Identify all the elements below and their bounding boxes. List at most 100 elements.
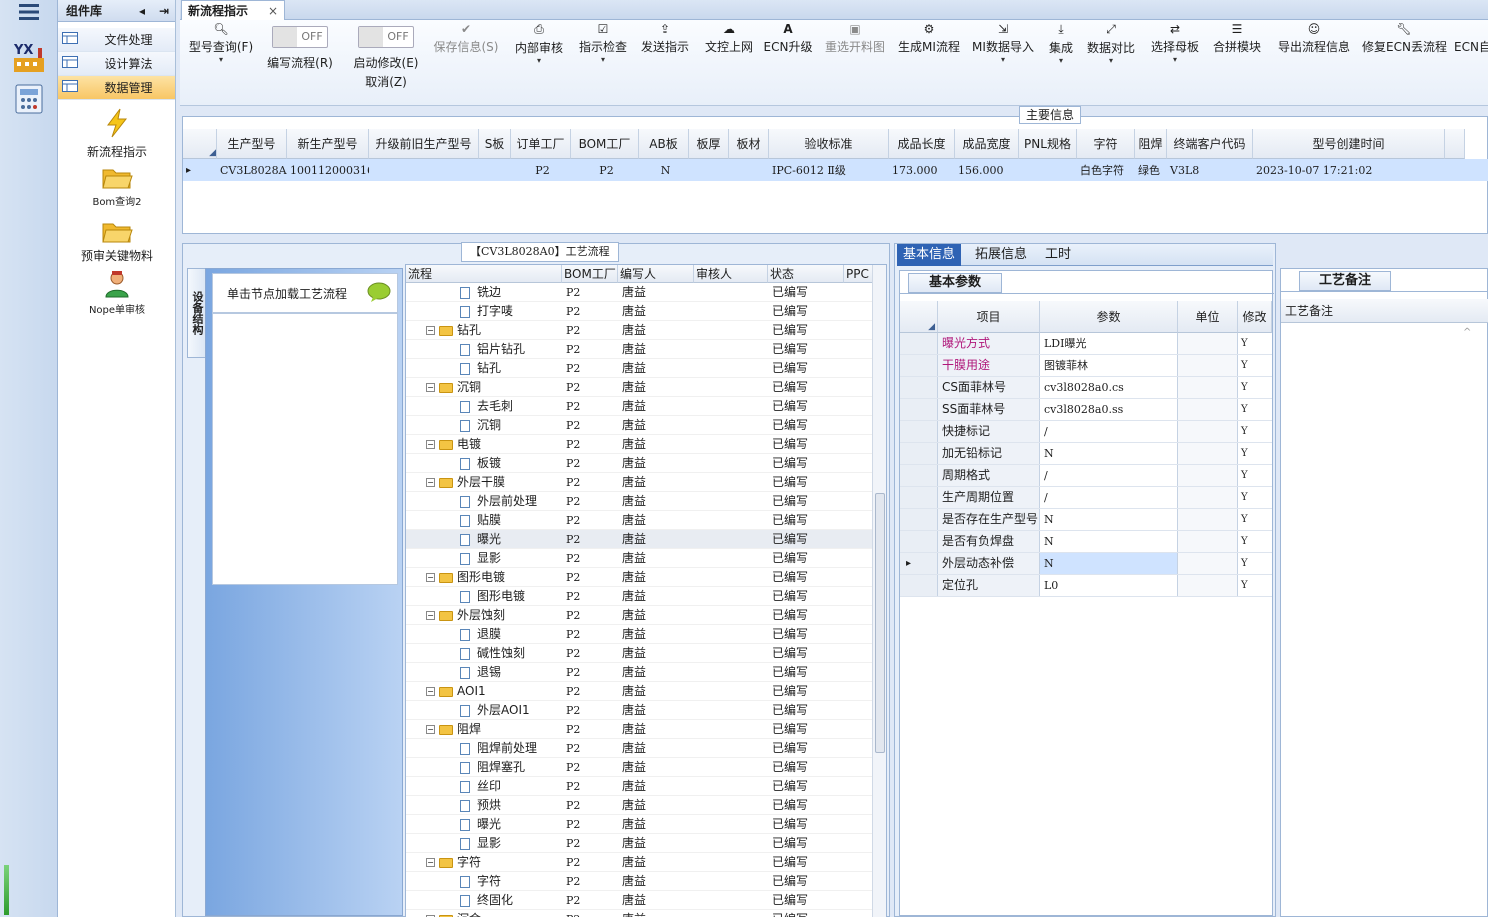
column-header[interactable]: 项目 xyxy=(938,301,1040,333)
column-header[interactable]: BOM工厂 xyxy=(562,265,618,283)
param-value[interactable]: 图镀菲林 xyxy=(1040,355,1178,376)
table-row[interactable]: SS面菲林号 cv3l8028a0.ss Y xyxy=(900,399,1272,421)
tree-row[interactable]: 碱性蚀刻 P2 唐益 已编写 xyxy=(406,644,876,663)
collapse-toggle-icon[interactable]: − xyxy=(426,687,435,696)
tab-basic-info[interactable]: 基本信息 xyxy=(897,244,962,266)
generate-mi-button[interactable]: ⚙ 生成MI流程 xyxy=(894,22,964,55)
column-header-extra[interactable] xyxy=(1445,129,1465,159)
table-row[interactable]: 曝光方式 LDI曝光 Y xyxy=(900,333,1272,355)
tab-work-hours[interactable]: 工时 xyxy=(1039,244,1077,266)
reselect-cutting-button[interactable]: ▣ 重选开料图 xyxy=(820,22,890,55)
column-header[interactable]: 成品长度 xyxy=(889,129,955,159)
column-header[interactable]: 订单工厂 xyxy=(511,129,571,159)
tree-row[interactable]: − 钻孔 P2 唐益 已编写 xyxy=(406,321,876,340)
tree-row[interactable]: − 图形电镀 P2 唐益 已编写 xyxy=(406,568,876,587)
instruction-check-button[interactable]: ☑ 指示检查 ▾ xyxy=(570,22,636,64)
column-header[interactable]: 单位 xyxy=(1178,301,1238,333)
column-header[interactable]: 编写人 xyxy=(618,265,694,283)
table-row[interactable]: 生产周期位置 / Y xyxy=(900,487,1272,509)
tree-row[interactable]: 显影 P2 唐益 已编写 xyxy=(406,549,876,568)
tree-row[interactable]: − 外层蚀刻 P2 唐益 已编写 xyxy=(406,606,876,625)
row-selector-header[interactable]: ◢ xyxy=(900,301,938,333)
collapse-toggle-icon[interactable]: − xyxy=(426,611,435,620)
collapse-toggle-icon[interactable]: − xyxy=(426,478,435,487)
repair-ecn-button[interactable]: 🔧︎ 修复ECN丢流程 xyxy=(1362,22,1447,55)
table-row[interactable]: 加无铅标记 N Y xyxy=(900,443,1272,465)
tree-row[interactable]: 钻孔 P2 唐益 已编写 xyxy=(406,359,876,378)
param-value[interactable]: / xyxy=(1040,421,1178,442)
tree-row[interactable]: 退膜 P2 唐益 已编写 xyxy=(406,625,876,644)
tree-row[interactable]: 贴膜 P2 唐益 已编写 xyxy=(406,511,876,530)
column-header[interactable]: 生产型号 xyxy=(217,129,287,159)
collapse-left-icon[interactable]: ◂ xyxy=(131,4,153,18)
column-header[interactable]: 新生产型号 xyxy=(287,129,369,159)
column-header[interactable]: 终端客户代码 xyxy=(1167,129,1253,159)
tree-row[interactable]: 丝印 P2 唐益 已编写 xyxy=(406,777,876,796)
tree-row[interactable]: − 外层干膜 P2 唐益 已编写 xyxy=(406,473,876,492)
merge-module-button[interactable]: ☰ 合拼模块 xyxy=(1204,22,1270,55)
tree-row[interactable]: 退锡 P2 唐益 已编写 xyxy=(406,663,876,682)
function-bom-query[interactable]: Bom查询2 xyxy=(58,164,176,208)
column-header[interactable]: 流程 xyxy=(406,265,562,283)
param-value[interactable]: L0 xyxy=(1040,575,1178,596)
scroll-up-icon[interactable]: ^ xyxy=(1463,327,1471,338)
column-header[interactable]: 审核人 xyxy=(694,265,768,283)
select-mother-board-button[interactable]: ⇄ 选择母板 ▾ xyxy=(1142,22,1208,64)
ecn-more-button[interactable]: ECN自 xyxy=(1454,22,1488,55)
column-header[interactable]: S板 xyxy=(479,129,511,159)
toolbar-label-cancel[interactable]: 取消(Z) xyxy=(350,73,422,90)
param-value[interactable]: cv3l8028a0.cs xyxy=(1040,377,1178,398)
table-row[interactable]: 是否有负焊盘 N Y xyxy=(900,531,1272,553)
table-row[interactable]: ▸ CV3L8028A010011200031660 P2 P2 N IPC-6012 Ⅱ… xyxy=(183,159,1488,181)
start-modify-toggle[interactable]: OFF 启动修改(E) 取消(Z) xyxy=(350,26,422,90)
column-header[interactable]: 型号创建时间 xyxy=(1253,129,1445,159)
internal-review-button[interactable]: ⎙ 内部审核 ▾ xyxy=(506,22,572,65)
tree-row[interactable]: 板镀 P2 唐益 已编写 xyxy=(406,454,876,473)
toggle-switch[interactable]: OFF xyxy=(358,26,414,48)
tree-row[interactable]: − 字符 P2 唐益 已编写 xyxy=(406,853,876,872)
param-value[interactable]: cv3l8028a0.ss xyxy=(1040,399,1178,420)
column-header[interactable]: 验收标准 xyxy=(769,129,889,159)
column-header[interactable]: 板材 xyxy=(729,129,769,159)
table-row[interactable]: 定位孔 L0 Y xyxy=(900,575,1272,597)
tree-row[interactable]: 打字唛 P2 唐益 已编写 xyxy=(406,302,876,321)
param-value[interactable]: N xyxy=(1040,553,1178,574)
column-header[interactable]: 升级前旧生产型号 xyxy=(369,129,479,159)
column-header[interactable]: 板厚 xyxy=(689,129,729,159)
column-header[interactable]: 成品宽度 xyxy=(955,129,1019,159)
library-item-data[interactable]: 数据管理 xyxy=(58,76,175,100)
param-value[interactable]: LDI曝光 xyxy=(1040,333,1178,354)
column-header[interactable]: 字符 xyxy=(1077,129,1135,159)
param-value[interactable]: N xyxy=(1040,531,1178,552)
tree-row[interactable]: − AOI1 P2 唐益 已编写 xyxy=(406,682,876,701)
column-header[interactable]: AB板 xyxy=(639,129,689,159)
tree-row[interactable]: 阻焊塞孔 P2 唐益 已编写 xyxy=(406,758,876,777)
function-new-flow[interactable]: 新流程指示 xyxy=(58,108,176,160)
tree-row[interactable]: 阻焊前处理 P2 唐益 已编写 xyxy=(406,739,876,758)
save-info-button[interactable]: ✔ 保存信息(S) xyxy=(430,22,502,55)
doc-online-button[interactable]: ☁ 文控上网 xyxy=(696,22,762,55)
tab-process-remark[interactable]: 工艺备注 xyxy=(1299,271,1391,291)
table-row[interactable]: 快捷标记 / Y xyxy=(900,421,1272,443)
tree-row[interactable]: 预烘 P2 唐益 已编写 xyxy=(406,796,876,815)
tree-row[interactable]: −沉金 P2 唐益 已编写 xyxy=(406,910,876,917)
param-value[interactable]: N xyxy=(1040,509,1178,530)
column-header[interactable]: PNL规格 xyxy=(1019,129,1077,159)
tree-row[interactable]: 去毛刺 P2 唐益 已编写 xyxy=(406,397,876,416)
collapse-toggle-icon[interactable]: − xyxy=(426,725,435,734)
collapse-toggle-icon[interactable]: − xyxy=(426,326,435,335)
tree-row[interactable]: 铝片钻孔 P2 唐益 已编写 xyxy=(406,340,876,359)
structure-list[interactable] xyxy=(212,313,398,585)
param-value[interactable]: N xyxy=(1040,443,1178,464)
tree-row[interactable]: 沉铜 P2 唐益 已编写 xyxy=(406,416,876,435)
data-compare-button[interactable]: ⤢ 数据对比 ▾ xyxy=(1078,22,1144,65)
table-row[interactable]: ▸ 外层动态补偿 N Y xyxy=(900,553,1272,575)
vertical-scrollbar[interactable] xyxy=(872,265,886,917)
export-flow-button[interactable]: ☺ 导出流程信息 xyxy=(1274,22,1354,55)
remark-textarea[interactable] xyxy=(1285,325,1475,915)
column-header[interactable]: 参数 xyxy=(1040,301,1178,333)
scrollbar-thumb[interactable] xyxy=(875,493,885,753)
tree-row[interactable]: 外层AOI1 P2 唐益 已编写 xyxy=(406,701,876,720)
tree-row[interactable]: 图形电镀 P2 唐益 已编写 xyxy=(406,587,876,606)
param-value[interactable]: / xyxy=(1040,465,1178,486)
